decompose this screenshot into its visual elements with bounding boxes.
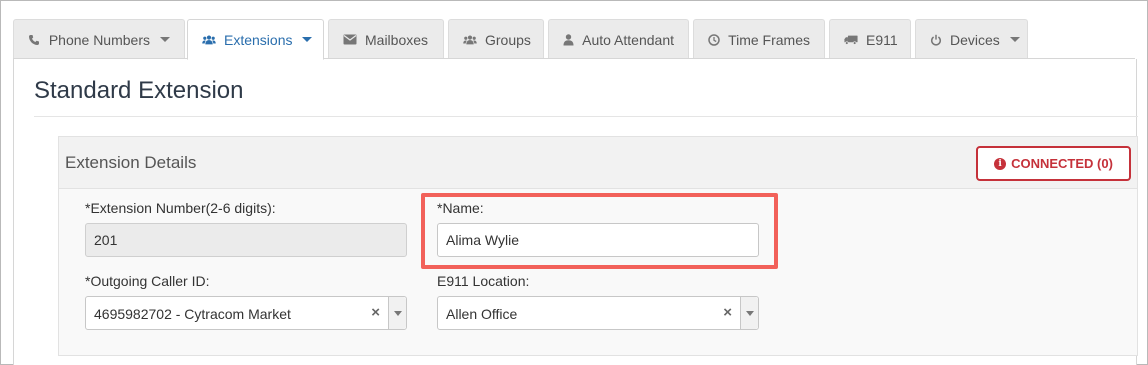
tab-label: Groups bbox=[485, 31, 531, 48]
user-icon bbox=[563, 33, 574, 46]
name-field-highlight bbox=[421, 193, 778, 269]
outgoing-caller-id-select[interactable]: 4695982702 - Cytracom Market × bbox=[85, 296, 407, 330]
tab-time-frames[interactable]: Time Frames bbox=[693, 19, 825, 59]
tab-groups[interactable]: Groups bbox=[448, 19, 544, 59]
tab-label: Mailboxes bbox=[365, 31, 429, 48]
power-icon bbox=[930, 34, 942, 46]
window-frame: Phone Numbers Extensions Mailboxes Group… bbox=[0, 0, 1148, 365]
extension-number-field: 201 bbox=[85, 223, 407, 257]
dropdown-arrow-icon[interactable] bbox=[388, 297, 406, 329]
info-icon: i bbox=[994, 157, 1007, 170]
users-icon bbox=[202, 34, 216, 46]
truck-icon bbox=[844, 34, 858, 46]
title-divider bbox=[34, 116, 1138, 117]
page-title: Standard Extension bbox=[34, 77, 244, 104]
chevron-down-icon bbox=[1009, 37, 1020, 42]
e911-location-label: E911 Location: bbox=[437, 273, 530, 289]
tab-auto-attendant[interactable]: Auto Attendant bbox=[548, 19, 689, 59]
tab-devices[interactable]: Devices bbox=[915, 19, 1028, 59]
clear-icon[interactable]: × bbox=[371, 304, 380, 321]
tab-label: Phone Numbers bbox=[48, 31, 150, 48]
e911-location-select[interactable]: Allen Office × bbox=[437, 296, 759, 330]
chevron-down-icon bbox=[160, 37, 170, 42]
group-icon bbox=[463, 34, 477, 46]
connected-label: CONNECTED (0) bbox=[1011, 156, 1113, 171]
tab-label: Devices bbox=[950, 31, 1000, 48]
tab-label: Time Frames bbox=[728, 31, 810, 48]
chevron-down-icon bbox=[302, 37, 313, 42]
tab-label: E911 bbox=[866, 31, 898, 48]
tab-label: Auto Attendant bbox=[582, 31, 674, 48]
tab-e911[interactable]: E911 bbox=[829, 19, 911, 59]
tab-extensions[interactable]: Extensions bbox=[187, 19, 324, 60]
envelope-icon bbox=[343, 34, 357, 45]
tab-mailboxes[interactable]: Mailboxes bbox=[328, 19, 444, 59]
tab-phone-numbers[interactable]: Phone Numbers bbox=[13, 19, 185, 59]
outgoing-caller-id-label: *Outgoing Caller ID: bbox=[85, 273, 210, 289]
outgoing-caller-id-value: 4695982702 - Cytracom Market bbox=[94, 306, 291, 322]
panel-title: Extension Details bbox=[65, 153, 197, 172]
e911-location-value: Allen Office bbox=[446, 306, 518, 322]
dropdown-arrow-icon[interactable] bbox=[740, 297, 758, 329]
connected-button[interactable]: i CONNECTED (0) bbox=[976, 146, 1131, 181]
extension-number-value: 201 bbox=[94, 232, 118, 248]
clock-icon bbox=[708, 33, 720, 46]
tab-bar: Phone Numbers Extensions Mailboxes Group… bbox=[1, 1, 1147, 60]
tab-label: Extensions bbox=[224, 31, 293, 48]
extension-number-label: *Extension Number(2-6 digits): bbox=[85, 200, 276, 216]
clear-icon[interactable]: × bbox=[723, 304, 732, 321]
panel-header: Extension Details i CONNECTED (0) bbox=[59, 137, 1137, 189]
phone-icon bbox=[28, 34, 41, 46]
